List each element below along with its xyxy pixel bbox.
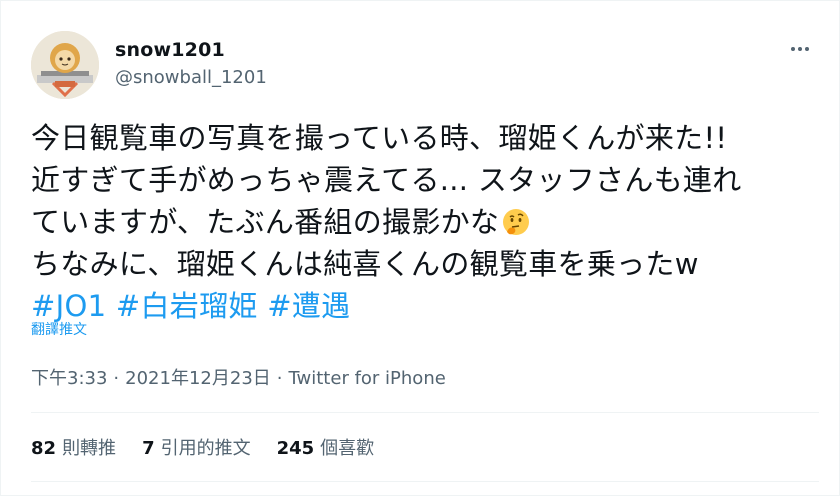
more-dot-icon: [791, 47, 795, 51]
hashtag-link[interactable]: #白岩瑠姫: [116, 289, 258, 323]
likes-label: 個喜歡: [320, 438, 375, 459]
more-dot-icon: [798, 47, 802, 51]
tweet-line: 近すぎて手がめっちゃ震えてる... スタッフさんも連れ: [31, 163, 742, 197]
thinking-face-icon: [501, 207, 531, 237]
hashtag-line: #JO1 #白岩瑠姫 #遭遇: [31, 285, 821, 327]
divider: [31, 481, 819, 482]
tweet-stats: 82 則轉推 7 引用的推文 245 個喜歡: [31, 434, 374, 460]
more-dot-icon: [805, 47, 809, 51]
tweet-meta: 下午3:33 · 2021年12月23日 · Twitter for iPhone: [31, 364, 446, 390]
likes-stat[interactable]: 245 個喜歡: [277, 434, 375, 460]
avatar-image: [31, 31, 99, 99]
retweets-stat[interactable]: 82 則轉推: [31, 434, 116, 460]
tweet-line: 今日観覧車の写真を撮っている時、瑠姫くんが来た!!: [31, 121, 728, 155]
hashtag-link[interactable]: #遭遇: [267, 289, 350, 323]
tweet-line: ていますが、たぶん番組の撮影かな: [31, 201, 821, 243]
user-handle[interactable]: @snowball_1201: [115, 67, 267, 88]
translate-tweet-link[interactable]: 翻譯推文: [31, 319, 87, 339]
avatar[interactable]: [31, 31, 99, 99]
tweet-line: ちなみに、瑠姫くんは純喜くんの観覧車を乗ったw: [31, 247, 699, 281]
tweet-line-text: ていますが、たぶん番組の撮影かな: [31, 205, 500, 239]
quotes-label: 引用的推文: [160, 438, 251, 459]
tweet-source[interactable]: Twitter for iPhone: [289, 368, 446, 389]
meta-separator: ·: [276, 368, 283, 389]
tweet-text: 今日観覧車の写真を撮っている時、瑠姫くんが来た!! 近すぎて手がめっちゃ震えてる…: [31, 117, 821, 327]
meta-separator: ·: [113, 368, 120, 389]
retweets-count: 82: [31, 438, 57, 459]
likes-count: 245: [276, 438, 315, 459]
tweet-date[interactable]: 2021年12月23日: [125, 368, 271, 389]
tweet-time[interactable]: 下午3:33: [31, 368, 107, 389]
retweets-label: 則轉推: [62, 438, 117, 459]
quotes-count: 7: [142, 438, 155, 459]
quotes-stat[interactable]: 7 引用的推文: [142, 434, 251, 460]
divider: [31, 412, 819, 413]
tweet-card: snow1201 @snowball_1201 今日観覧車の写真を撮っている時、…: [0, 0, 840, 496]
user-name[interactable]: snow1201: [115, 39, 225, 61]
hashtag-link[interactable]: #JO1: [31, 289, 106, 323]
more-options-button[interactable]: [783, 37, 817, 61]
